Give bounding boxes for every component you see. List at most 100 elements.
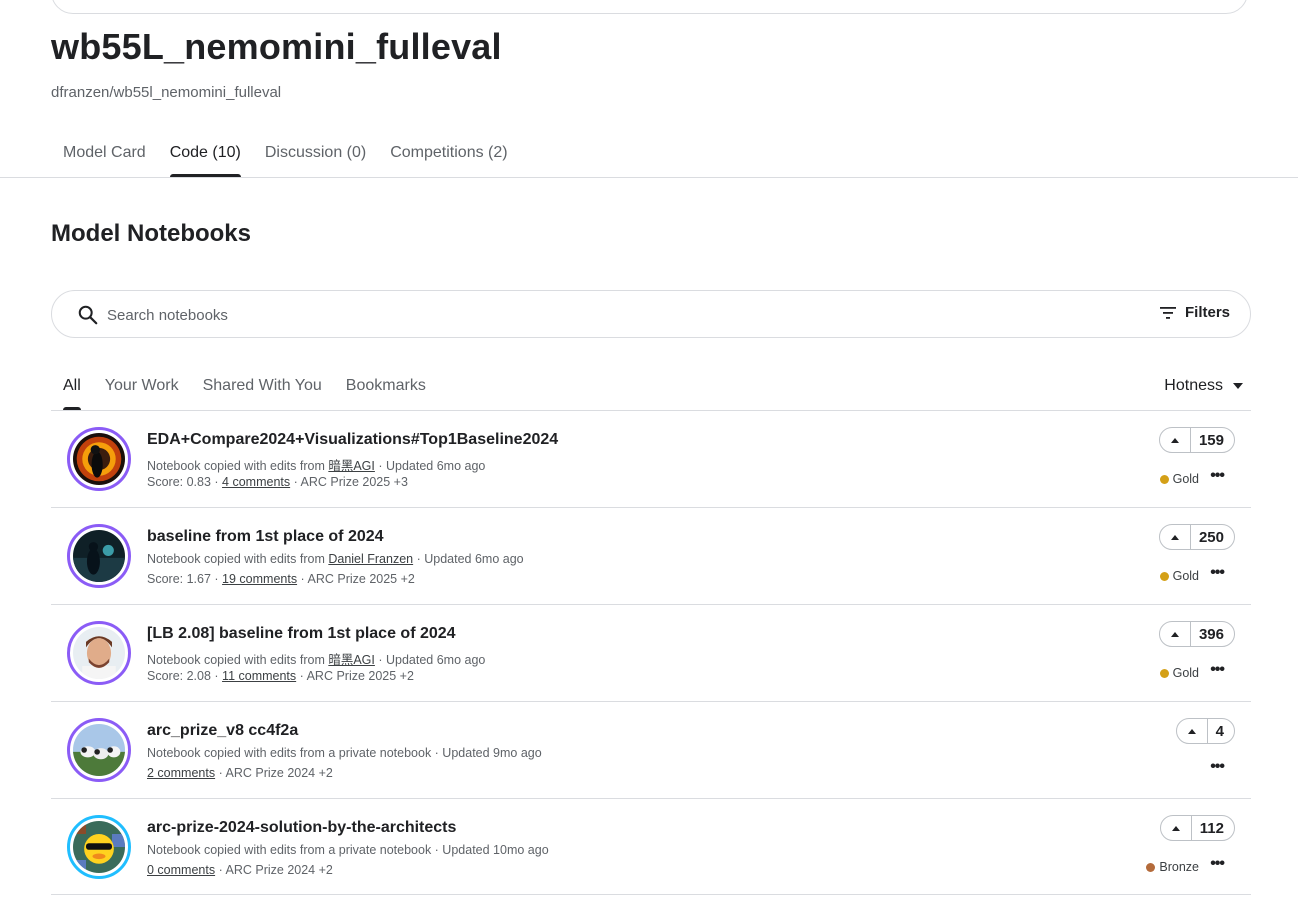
score: Score: 1.67 · [147, 572, 223, 586]
vote-count: 4 [1215, 722, 1224, 740]
notebook-stats: Score: 0.83 · 4 comments · ARC Prize 202… [147, 475, 408, 489]
upvote-control: 4 [1175, 718, 1235, 744]
medal-label: Bronze [1159, 860, 1199, 874]
competition-tags: · ARC Prize 2025 +3 [290, 475, 408, 489]
subtab-your-work[interactable]: Your Work [93, 372, 191, 410]
avatar[interactable] [67, 621, 131, 685]
more-options-icon[interactable]: ••• [1210, 758, 1225, 776]
medal-badge: Gold [1159, 472, 1199, 486]
author-link[interactable]: Daniel Franzen [328, 552, 413, 566]
vote-count: 112 [1199, 819, 1224, 837]
author-avatar-image [73, 530, 125, 582]
notebook-search-bar: Filters [51, 290, 1251, 338]
model-tabs: Model Card Code (10) Discussion (0) Comp… [51, 140, 520, 177]
competition-tags: · ARC Prize 2025 +2 [296, 669, 414, 683]
author-avatar-image [73, 627, 125, 679]
author-link[interactable]: 暗黑AGI [328, 653, 375, 667]
medal-dot-icon [1159, 474, 1169, 484]
notebook-stats: Score: 2.08 · 11 comments · ARC Prize 20… [147, 669, 414, 683]
model-title: wb55L_nemomini_fulleval [51, 26, 502, 67]
notebook-row: baseline from 1st place of 2024 Notebook… [51, 507, 1251, 604]
vote-count: 396 [1198, 625, 1224, 643]
comments-link[interactable]: 4 comments [222, 475, 290, 489]
meta-prefix: Notebook copied with edits from a privat… [147, 746, 432, 760]
notebook-title[interactable]: baseline from 1st place of 2024 [147, 528, 384, 546]
caret-up-icon [1170, 437, 1179, 443]
meta-prefix: Notebook copied with edits from [147, 552, 329, 566]
notebook-stats: 0 comments · ARC Prize 2024 +2 [147, 863, 333, 877]
tab-code[interactable]: Code (10) [158, 140, 253, 177]
notebook-row: [LB 2.08] baseline from 1st place of 202… [51, 604, 1251, 701]
author-link[interactable]: 暗黑AGI [328, 459, 375, 473]
score: Score: 0.83 · [147, 475, 223, 489]
medal-dot-icon [1159, 668, 1169, 678]
upvote-button[interactable] [1160, 525, 1191, 549]
header-card-edge [51, 0, 1248, 14]
author-avatar-image [73, 724, 125, 776]
filters-button[interactable]: Filters [1159, 304, 1230, 321]
notebook-title[interactable]: arc-prize-2024-solution-by-the-architect… [147, 819, 456, 837]
subtab-all[interactable]: All [51, 372, 93, 410]
competition-tags: · ARC Prize 2024 +2 [215, 863, 333, 877]
avatar[interactable] [67, 815, 131, 879]
notebook-meta: Notebook copied with edits from Daniel F… [147, 552, 524, 566]
meta-updated: · Updated 10mo ago [431, 843, 549, 857]
vote-count: 250 [1198, 528, 1224, 546]
caret-up-icon [1170, 534, 1179, 540]
subtab-bookmarks[interactable]: Bookmarks [334, 372, 438, 410]
notebook-meta: Notebook copied with edits from a privat… [147, 746, 542, 760]
author-avatar-image [73, 433, 125, 485]
medal-label: Gold [1172, 569, 1199, 583]
competition-tags: · ARC Prize 2025 +2 [297, 572, 415, 586]
subtab-shared-with-you[interactable]: Shared With You [191, 372, 334, 410]
search-input[interactable] [107, 304, 1107, 326]
more-options-icon[interactable]: ••• [1210, 467, 1225, 485]
medal-label: Gold [1172, 666, 1199, 680]
upvote-button[interactable] [1160, 622, 1191, 646]
notebook-row: arc_prize_v8 cc4f2a Notebook copied with… [51, 701, 1251, 798]
notebook-meta: Notebook copied with edits from a privat… [147, 843, 549, 857]
score: Score: 2.08 · [147, 669, 223, 683]
notebook-title[interactable]: arc_prize_v8 cc4f2a [147, 722, 298, 740]
medal-badge: Gold [1159, 569, 1199, 583]
more-options-icon[interactable]: ••• [1210, 564, 1225, 582]
notebook-row: arc-prize-2024-solution-by-the-architect… [51, 798, 1251, 895]
more-options-icon[interactable]: ••• [1210, 661, 1225, 679]
tab-competitions[interactable]: Competitions (2) [378, 140, 519, 177]
author-avatar-image [73, 821, 125, 873]
notebook-list: EDA+Compare2024+Visualizations#Top1Basel… [51, 410, 1251, 895]
comments-link[interactable]: 11 comments [222, 669, 296, 683]
more-options-icon[interactable]: ••• [1210, 855, 1225, 873]
meta-updated: · Updated 6mo ago [413, 552, 524, 566]
medal-label: Gold [1172, 472, 1199, 486]
tab-discussion[interactable]: Discussion (0) [253, 140, 378, 177]
comments-link[interactable]: 2 comments [147, 766, 215, 780]
sort-dropdown[interactable]: Hotness [1164, 377, 1243, 395]
sort-label: Hotness [1164, 377, 1223, 394]
tab-model-card[interactable]: Model Card [51, 140, 158, 177]
comments-link[interactable]: 0 comments [147, 863, 215, 877]
caret-down-icon [1233, 383, 1243, 389]
notebook-title[interactable]: [LB 2.08] baseline from 1st place of 202… [147, 625, 456, 643]
avatar[interactable] [67, 524, 131, 588]
avatar[interactable] [67, 718, 131, 782]
notebook-filter-tabs: All Your Work Shared With You Bookmarks [51, 372, 438, 410]
upvote-button[interactable] [1177, 719, 1208, 743]
upvote-button[interactable] [1160, 428, 1191, 452]
meta-prefix: Notebook copied with edits from a privat… [147, 843, 432, 857]
upvote-control: 250 [1158, 524, 1235, 550]
caret-up-icon [1170, 631, 1179, 637]
upvote-control: 396 [1158, 621, 1235, 647]
medal-badge: Gold [1159, 666, 1199, 680]
section-title: Model Notebooks [51, 220, 252, 247]
medal-badge: Bronze [1146, 860, 1199, 874]
filter-lines-icon [1159, 306, 1176, 319]
avatar[interactable] [67, 427, 131, 491]
upvote-button[interactable] [1161, 816, 1192, 840]
medal-dot-icon [1159, 571, 1169, 581]
notebook-title[interactable]: EDA+Compare2024+Visualizations#Top1Basel… [147, 431, 558, 449]
comments-link[interactable]: 19 comments [222, 572, 297, 586]
upvote-control: 112 [1159, 815, 1235, 841]
notebook-row: EDA+Compare2024+Visualizations#Top1Basel… [51, 410, 1251, 507]
notebook-meta: Notebook copied with edits from 暗黑AGI · … [147, 649, 485, 668]
